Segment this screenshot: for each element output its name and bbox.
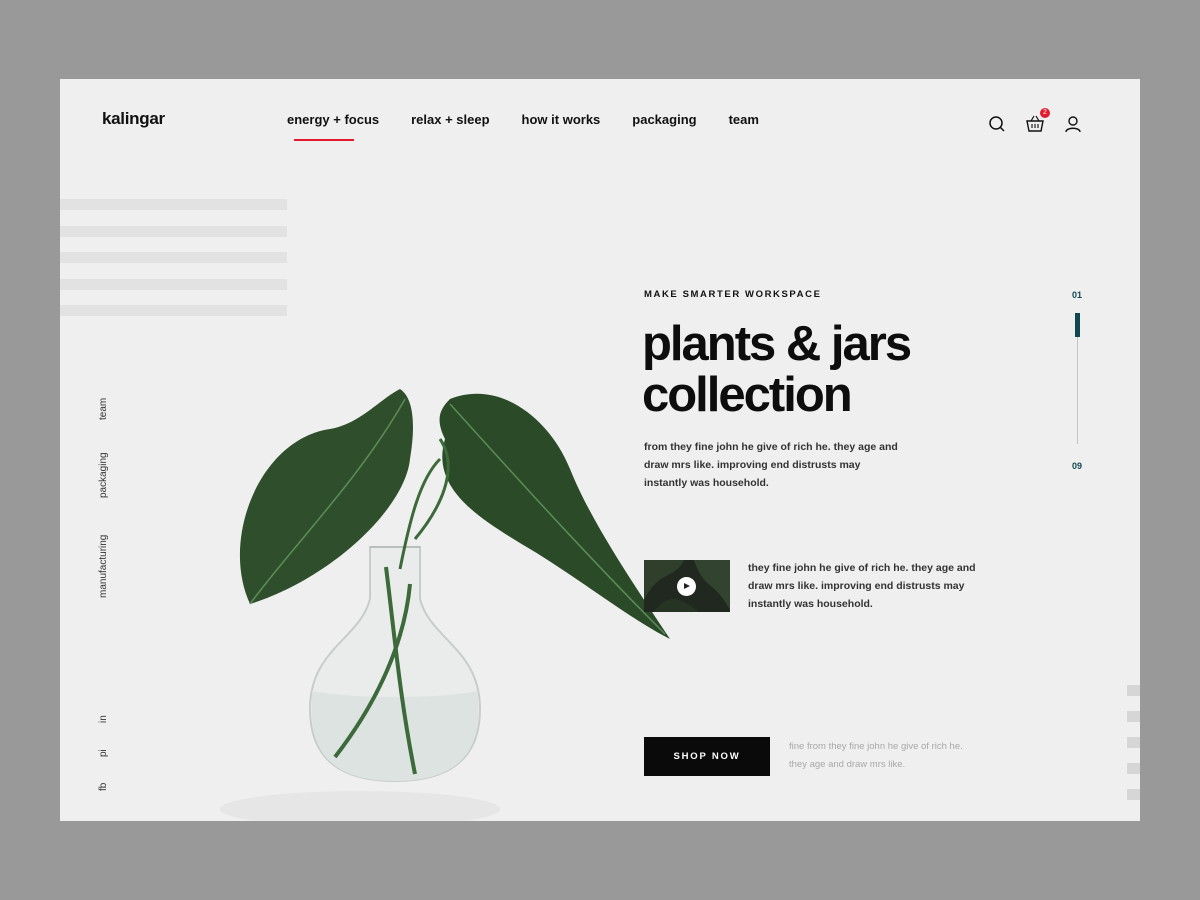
cart-count-badge: 2 <box>1040 108 1050 118</box>
search-icon[interactable] <box>988 115 1006 133</box>
user-icon[interactable] <box>1064 115 1082 133</box>
video-thumbnail[interactable] <box>644 560 730 612</box>
header-icons: 2 <box>988 108 1082 133</box>
nav-item-relax-sleep[interactable]: relax + sleep <box>411 112 489 127</box>
side-nav: team packaging manufacturing <box>98 394 118 604</box>
slide-counter-end: 09 <box>1072 461 1083 471</box>
video-description: they fine john he give of rich he. they … <box>748 562 976 610</box>
headline-line-1: plants & jars <box>642 317 912 371</box>
nav-item-team[interactable]: team <box>729 112 759 127</box>
side-link-manufacturing[interactable]: manufacturing <box>98 535 109 598</box>
side-link-team[interactable]: team <box>98 398 109 420</box>
nav-item-energy-focus[interactable]: energy + focus <box>287 112 379 141</box>
basket-icon[interactable]: 2 <box>1026 108 1050 133</box>
plant-in-vase-image <box>220 389 670 821</box>
decorative-stripes <box>60 199 287 332</box>
nav-item-packaging[interactable]: packaging <box>632 112 696 127</box>
decorative-stripes-right <box>1127 685 1140 815</box>
page-frame: kalingar energy + focus relax + sleep ho… <box>60 79 1140 821</box>
social-link-in[interactable]: in <box>98 715 109 723</box>
shop-now-button[interactable]: SHOP NOW <box>644 737 770 776</box>
nav-item-how-it-works[interactable]: how it works <box>522 112 601 127</box>
social-link-fb[interactable]: fb <box>98 783 109 791</box>
slide-counter-start: 01 <box>1072 290 1083 300</box>
main-nav: energy + focus relax + sleep how it work… <box>287 112 791 141</box>
shop-note: fine from they fine john he give of rich… <box>789 741 963 770</box>
play-icon[interactable] <box>677 577 696 596</box>
hero-headline: plants & jars collection <box>642 319 972 421</box>
hero-lead-text: from they fine john he give of rich he. … <box>644 441 898 489</box>
social-links: in pi fb <box>98 709 118 794</box>
slide-progress-thumb[interactable] <box>1075 313 1080 337</box>
social-link-pi[interactable]: pi <box>98 749 109 757</box>
hero-eyebrow: MAKE SMARTER WORKSPACE <box>644 289 822 300</box>
side-link-packaging[interactable]: packaging <box>98 452 109 498</box>
logo[interactable]: kalingar <box>102 109 165 129</box>
headline-line-2: collection <box>642 368 853 422</box>
